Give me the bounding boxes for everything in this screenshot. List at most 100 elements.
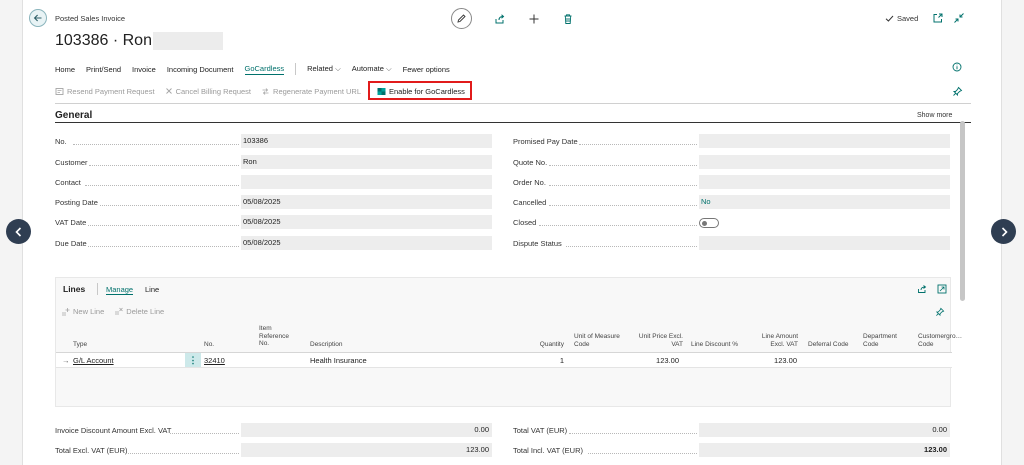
- regenerate-icon: [262, 87, 269, 95]
- tab-incoming-document[interactable]: Incoming Document: [167, 65, 234, 74]
- dotted-leader: [100, 205, 239, 206]
- cell-line-amount[interactable]: 123.00: [738, 356, 797, 365]
- total-value[interactable]: 0.00: [699, 423, 950, 437]
- regenerate-payment-url-button[interactable]: Regenerate Payment URL: [261, 87, 361, 96]
- previous-slide-button[interactable]: [6, 219, 31, 244]
- chevron-down-icon: ⌵: [335, 64, 341, 73]
- column-header-type[interactable]: Type: [73, 341, 87, 349]
- tab-invoice[interactable]: Invoice: [132, 65, 156, 74]
- field-value[interactable]: [241, 175, 492, 189]
- total-label: Invoice Discount Amount Excl. VAT: [55, 426, 172, 435]
- total-value[interactable]: 123.00: [241, 443, 492, 457]
- tab-print-send[interactable]: Print/Send: [86, 65, 121, 74]
- total-label: Total Excl. VAT (EUR): [55, 446, 128, 455]
- tab-manage[interactable]: Manage: [106, 285, 134, 295]
- info-icon[interactable]: [952, 62, 962, 72]
- collapse-icon[interactable]: [953, 12, 965, 24]
- column-header-no[interactable]: No.: [204, 341, 214, 349]
- save-status-label: Saved: [897, 14, 919, 23]
- field-value[interactable]: 05/08/2025: [241, 215, 492, 229]
- back-button[interactable]: [29, 9, 47, 27]
- field-value[interactable]: [699, 134, 950, 148]
- show-more-link[interactable]: Show more: [917, 112, 952, 119]
- dotted-leader: [566, 246, 697, 247]
- field-label: Cancelled: [513, 198, 547, 207]
- action-bar-separator: [295, 63, 297, 75]
- field-value[interactable]: [699, 155, 950, 169]
- resend-payment-request-label: Resend Payment Request: [67, 86, 155, 96]
- dotted-leader: [125, 453, 239, 454]
- pin-icon[interactable]: [935, 307, 945, 317]
- cell-no[interactable]: 32410: [204, 356, 225, 365]
- tab-home[interactable]: Home: [55, 65, 75, 74]
- field-label: Due Date: [55, 239, 87, 248]
- cell-unit-price[interactable]: 123.00: [623, 356, 679, 365]
- pin-icon[interactable]: [952, 86, 963, 97]
- checkmark-icon: [885, 15, 894, 22]
- field-label: Quote No.: [513, 158, 548, 167]
- cancel-billing-request-button[interactable]: Cancel Billing Request: [165, 87, 251, 96]
- field-value[interactable]: 05/08/2025: [241, 195, 492, 209]
- tab-related-label: Related: [307, 64, 333, 73]
- column-header-description[interactable]: Description: [310, 341, 343, 349]
- new-line-button[interactable]: New Line: [61, 307, 104, 316]
- general-section-title[interactable]: General: [55, 110, 92, 121]
- lines-title[interactable]: Lines: [63, 284, 85, 294]
- field-label: Customer: [55, 158, 88, 167]
- cell-quantity[interactable]: 1: [506, 356, 564, 365]
- tab-line[interactable]: Line: [145, 285, 159, 294]
- row-separator: [56, 367, 952, 368]
- posted-sales-invoice-card: Posted Sales Invoice 103386 · Ron Saved …: [22, 0, 1002, 465]
- share-button[interactable]: [493, 12, 507, 26]
- tab-gocardless[interactable]: GoCardless: [244, 64, 285, 75]
- field-value[interactable]: No: [699, 195, 950, 209]
- delete-line-button[interactable]: Delete Line: [114, 307, 164, 316]
- column-header-department-code[interactable]: Department Code: [863, 333, 913, 348]
- regenerate-payment-url-label: Regenerate Payment URL: [273, 86, 361, 96]
- expand-icon[interactable]: [937, 284, 947, 294]
- column-header-quantity[interactable]: Quantity: [506, 341, 564, 349]
- field-value[interactable]: [699, 175, 950, 189]
- row-actions-button[interactable]: ⋮: [185, 353, 201, 367]
- column-header-unit-of-measure-code[interactable]: Unit of Measure Code: [574, 333, 626, 348]
- new-line-label: New Line: [73, 307, 105, 316]
- open-new-window-icon[interactable]: [932, 12, 944, 24]
- general-section-underline: [55, 122, 971, 123]
- field-label: Posting Date: [55, 198, 98, 207]
- total-value[interactable]: 0.00: [241, 423, 492, 437]
- closed-toggle[interactable]: [699, 218, 719, 228]
- delete-button[interactable]: [561, 12, 575, 26]
- fewer-options-button[interactable]: Fewer options: [403, 65, 450, 74]
- new-button[interactable]: [527, 12, 541, 26]
- edit-button[interactable]: [451, 8, 472, 29]
- dotted-leader: [569, 433, 697, 434]
- field-value[interactable]: Ron: [241, 155, 492, 169]
- delete-line-icon: [115, 307, 124, 315]
- dotted-leader: [549, 165, 697, 166]
- delete-line-label: Delete Line: [126, 307, 165, 316]
- page-scrollbar[interactable]: [960, 118, 966, 465]
- cell-type[interactable]: G/L Account: [73, 356, 114, 365]
- column-header-line-amount[interactable]: Line Amount Excl. VAT: [750, 333, 798, 348]
- chevron-left-icon: [14, 226, 21, 237]
- tab-related[interactable]: Related ⌵: [307, 64, 341, 74]
- resend-payment-request-button[interactable]: Resend Payment Request: [55, 87, 155, 96]
- total-value[interactable]: 123.00: [699, 443, 950, 457]
- field-label: Closed: [513, 218, 537, 227]
- dotted-leader: [549, 185, 697, 186]
- dotted-leader: [539, 225, 697, 226]
- column-header-deferral-code[interactable]: Deferral Code: [808, 341, 848, 349]
- field-value[interactable]: 103386: [241, 134, 492, 148]
- column-header-line-discount[interactable]: Line Discount %: [691, 341, 738, 349]
- next-slide-button[interactable]: [991, 219, 1016, 244]
- field-value[interactable]: 05/08/2025: [241, 236, 492, 250]
- column-header-item-reference-no[interactable]: Item Reference No.: [259, 325, 299, 348]
- cancel-billing-request-label: Cancel Billing Request: [175, 86, 252, 96]
- field-value[interactable]: [699, 236, 950, 250]
- cell-description[interactable]: Health Insurance: [310, 356, 367, 365]
- share-icon[interactable]: [917, 284, 927, 294]
- scrollbar-thumb[interactable]: [960, 121, 965, 301]
- tab-automate[interactable]: Automate ⌵: [352, 64, 392, 74]
- column-header-customergroup-code[interactable]: Customergro… Code: [918, 333, 962, 348]
- column-header-unit-price[interactable]: Unit Price Excl. VAT: [631, 333, 683, 348]
